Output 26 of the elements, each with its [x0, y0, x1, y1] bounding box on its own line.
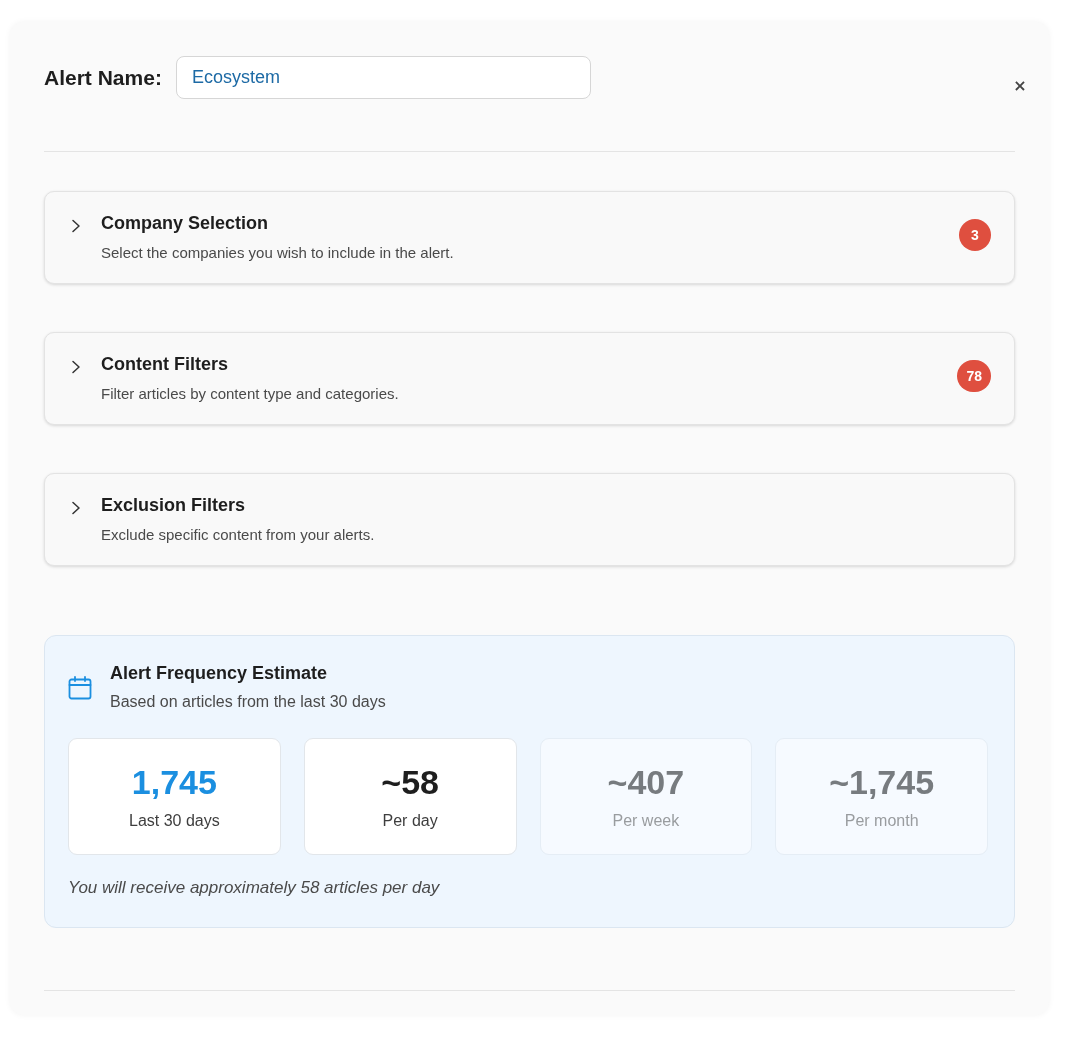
accordion-item[interactable]: Exclusion Filters Exclude specific content from your alerts.	[44, 473, 1015, 566]
count-badge: 78	[957, 359, 991, 392]
count-badge: 3	[959, 218, 991, 251]
stat-value: ~1,745	[829, 763, 935, 801]
stat-label: Per week	[612, 811, 680, 831]
stat-label: Per day	[382, 811, 438, 831]
alert-name-field[interactable]: Ecosystem	[175, 56, 591, 99]
section-title: Exclusion Filters	[101, 494, 247, 516]
section-title: Company Selection	[101, 212, 270, 234]
alert-name-label: Alert Name:	[44, 65, 162, 90]
section-description: Filter articles by content type and categories.	[101, 384, 400, 404]
section-description: Select the companies you wish to include in the alert.	[101, 243, 455, 263]
accordion-item[interactable]: Content Filters Filter articles by content type and categories. 78	[44, 332, 1015, 425]
accordion-item[interactable]: Company Selection Select the companies you wish to include in the alert. 3	[44, 191, 1015, 284]
section-description: Exclude specific content from your alerts.	[101, 525, 376, 545]
stat-value: ~407	[607, 763, 685, 801]
estimate-title: Alert Frequency Estimate	[110, 662, 329, 684]
calendar-icon	[68, 676, 92, 700]
section-title: Content Filters	[101, 353, 229, 375]
stat-label: Per month	[844, 811, 919, 831]
estimate-note: You will receive approximately 58 articles per day	[68, 877, 440, 899]
stat-label: Last 30 days	[129, 811, 220, 831]
close-button[interactable]: ×	[1011, 76, 1029, 96]
stat-value: 1,745	[131, 763, 217, 801]
estimate-subtitle: Based on articles from the last 30 days	[110, 692, 386, 712]
stat-value: ~58	[381, 763, 439, 801]
